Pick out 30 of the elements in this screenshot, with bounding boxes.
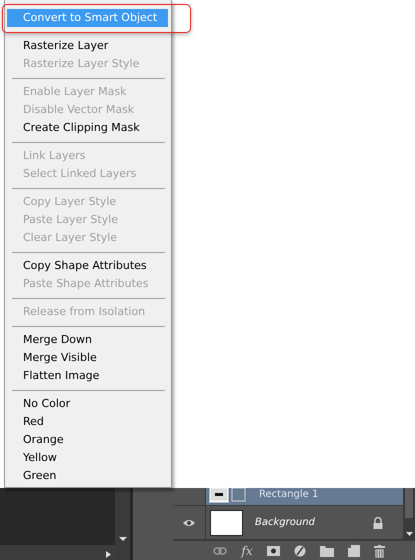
scroll-down-icon[interactable] <box>406 532 412 536</box>
menu-item[interactable]: No Color <box>7 395 168 413</box>
menu-item[interactable]: Merge Down <box>7 331 168 349</box>
layer-thumbnail <box>210 510 243 536</box>
new-layer-icon[interactable] <box>348 545 360 557</box>
menu-item[interactable]: Red <box>7 413 168 431</box>
effects-button[interactable]: fx <box>241 544 253 558</box>
trash-icon[interactable] <box>374 544 385 558</box>
layer-row[interactable]: Rectangle 1 <box>173 488 403 506</box>
layer-name: Background <box>255 517 315 528</box>
layer-name: Rectangle 1 <box>259 488 318 502</box>
menu-item[interactable]: Convert to Smart Object <box>7 9 168 27</box>
menu-item[interactable]: Orange <box>7 431 168 449</box>
menu-item[interactable]: Rasterize Layer <box>7 37 168 55</box>
scrollbar[interactable] <box>403 488 415 540</box>
menu-item[interactable]: Yellow <box>7 449 168 467</box>
mask-icon[interactable] <box>266 546 280 556</box>
layer-thumbnail-icon <box>209 488 247 503</box>
folder-icon[interactable] <box>320 546 334 556</box>
menu-item[interactable]: Flatten Image <box>7 367 168 385</box>
scroll-down-icon[interactable] <box>118 537 126 541</box>
menu-item[interactable]: Create Clipping Mask <box>7 119 168 137</box>
layer-row[interactable]: Background <box>173 506 403 540</box>
menu-item[interactable]: Copy Shape Attributes <box>7 257 168 275</box>
scrollbar[interactable] <box>115 488 130 560</box>
eye-icon[interactable] <box>183 518 195 526</box>
expand-arrow-icon[interactable] <box>106 550 111 558</box>
menu-item[interactable]: Green <box>7 467 168 485</box>
menu-item[interactable]: Merge Visible <box>7 349 168 367</box>
link-icon[interactable] <box>213 547 228 555</box>
